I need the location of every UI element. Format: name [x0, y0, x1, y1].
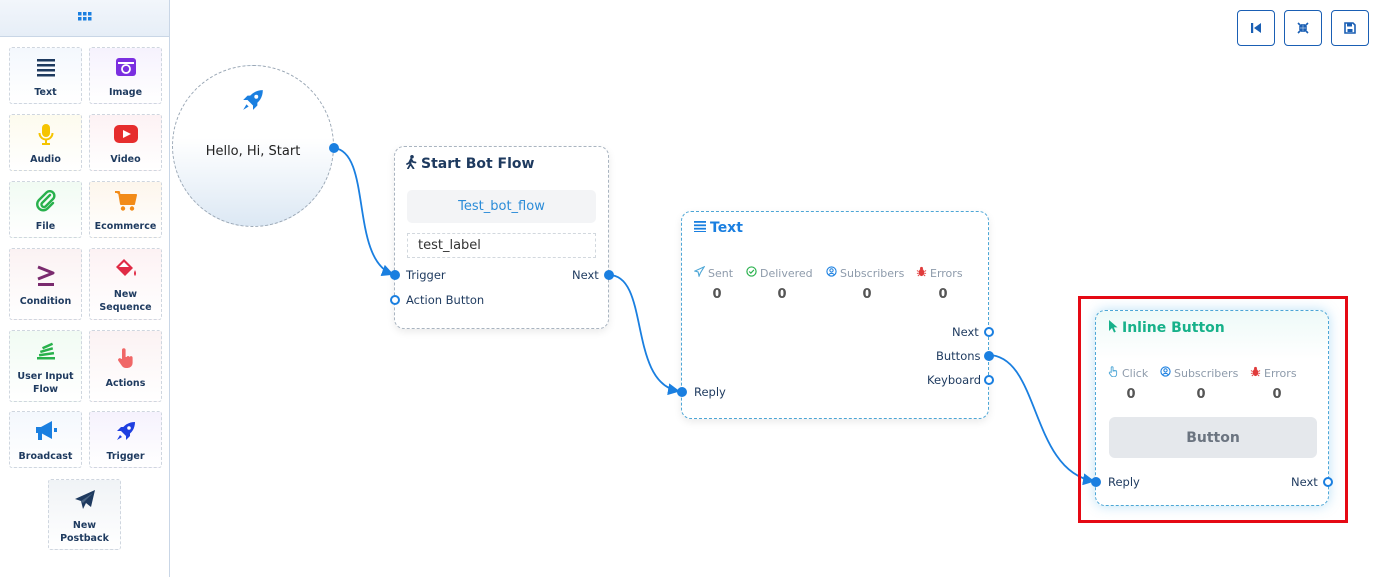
stat-subscribers: Subscribers — [1160, 366, 1238, 380]
check-circle-icon — [746, 266, 757, 280]
user-circle-icon — [1160, 366, 1171, 380]
stat-delivered: Delivered — [746, 266, 813, 280]
paper-plane-icon — [693, 265, 706, 280]
cursor-pointer-icon — [1108, 319, 1118, 337]
wire-start-to-trigger — [333, 147, 394, 277]
trigger-port[interactable] — [390, 270, 400, 280]
stat-click-value: 0 — [1126, 387, 1136, 402]
stat-sent-value: 0 — [712, 287, 722, 302]
start-keywords: Hello, Hi, Start — [205, 144, 301, 159]
next-port-label: Next — [1291, 475, 1318, 489]
bug-icon — [916, 266, 927, 280]
stat-errors-value: 0 — [938, 287, 948, 302]
reply-port-label: Reply — [1108, 475, 1140, 489]
keyboard-port[interactable] — [984, 375, 994, 385]
next-port-label: Next — [952, 325, 979, 339]
stat-subscribers-value: 0 — [1196, 387, 1206, 402]
wire-next-to-reply — [608, 274, 680, 396]
flow-name-field[interactable]: Test_bot_flow — [407, 190, 596, 223]
label-field[interactable]: test_label — [407, 233, 596, 258]
text-node[interactable]: Text Sent Delivered Subscribers Errors 0… — [677, 211, 994, 419]
start-output-port[interactable] — [329, 143, 339, 153]
keyboard-port-label: Keyboard — [927, 373, 982, 387]
reply-port[interactable] — [1091, 477, 1101, 487]
rocket-icon — [241, 88, 265, 114]
start-bot-flow-node[interactable]: Start Bot Flow Test_bot_flow test_label … — [390, 146, 614, 329]
inline-button-node[interactable]: Inline Button Click Subscribers Errors 0… — [1091, 310, 1333, 506]
user-circle-icon — [826, 266, 837, 280]
stat-sent: Sent — [693, 265, 733, 280]
next-port[interactable] — [604, 270, 614, 280]
hand-pointer-icon — [1108, 366, 1119, 380]
stat-click: Click — [1108, 366, 1148, 380]
next-port[interactable] — [1323, 477, 1333, 487]
action-button-port[interactable] — [390, 295, 400, 305]
buttons-port-label: Buttons — [936, 349, 981, 363]
text-lines-icon — [694, 220, 706, 236]
node-title: Start Bot Flow — [406, 155, 534, 173]
buttons-port[interactable] — [984, 351, 994, 361]
stat-errors: Errors — [1250, 366, 1297, 380]
reply-port[interactable] — [677, 387, 687, 397]
next-port-label: Next — [572, 268, 599, 282]
walking-person-icon — [406, 155, 417, 173]
inline-button[interactable]: Button — [1109, 417, 1317, 458]
stat-errors: Errors — [916, 266, 963, 280]
node-title: Text — [694, 220, 743, 236]
action-button-port-label: Action Button — [406, 293, 485, 307]
node-title: Inline Button — [1108, 319, 1225, 337]
stat-delivered-value: 0 — [777, 287, 787, 302]
stat-subscribers-value: 0 — [862, 287, 872, 302]
next-port[interactable] — [984, 327, 994, 337]
stat-subscribers: Subscribers — [826, 266, 904, 280]
bug-icon — [1250, 366, 1261, 380]
trigger-port-label: Trigger — [406, 268, 446, 282]
stat-errors-value: 0 — [1272, 387, 1282, 402]
reply-port-label: Reply — [694, 385, 726, 399]
start-keywords-node[interactable]: Hello, Hi, Start — [172, 65, 334, 227]
